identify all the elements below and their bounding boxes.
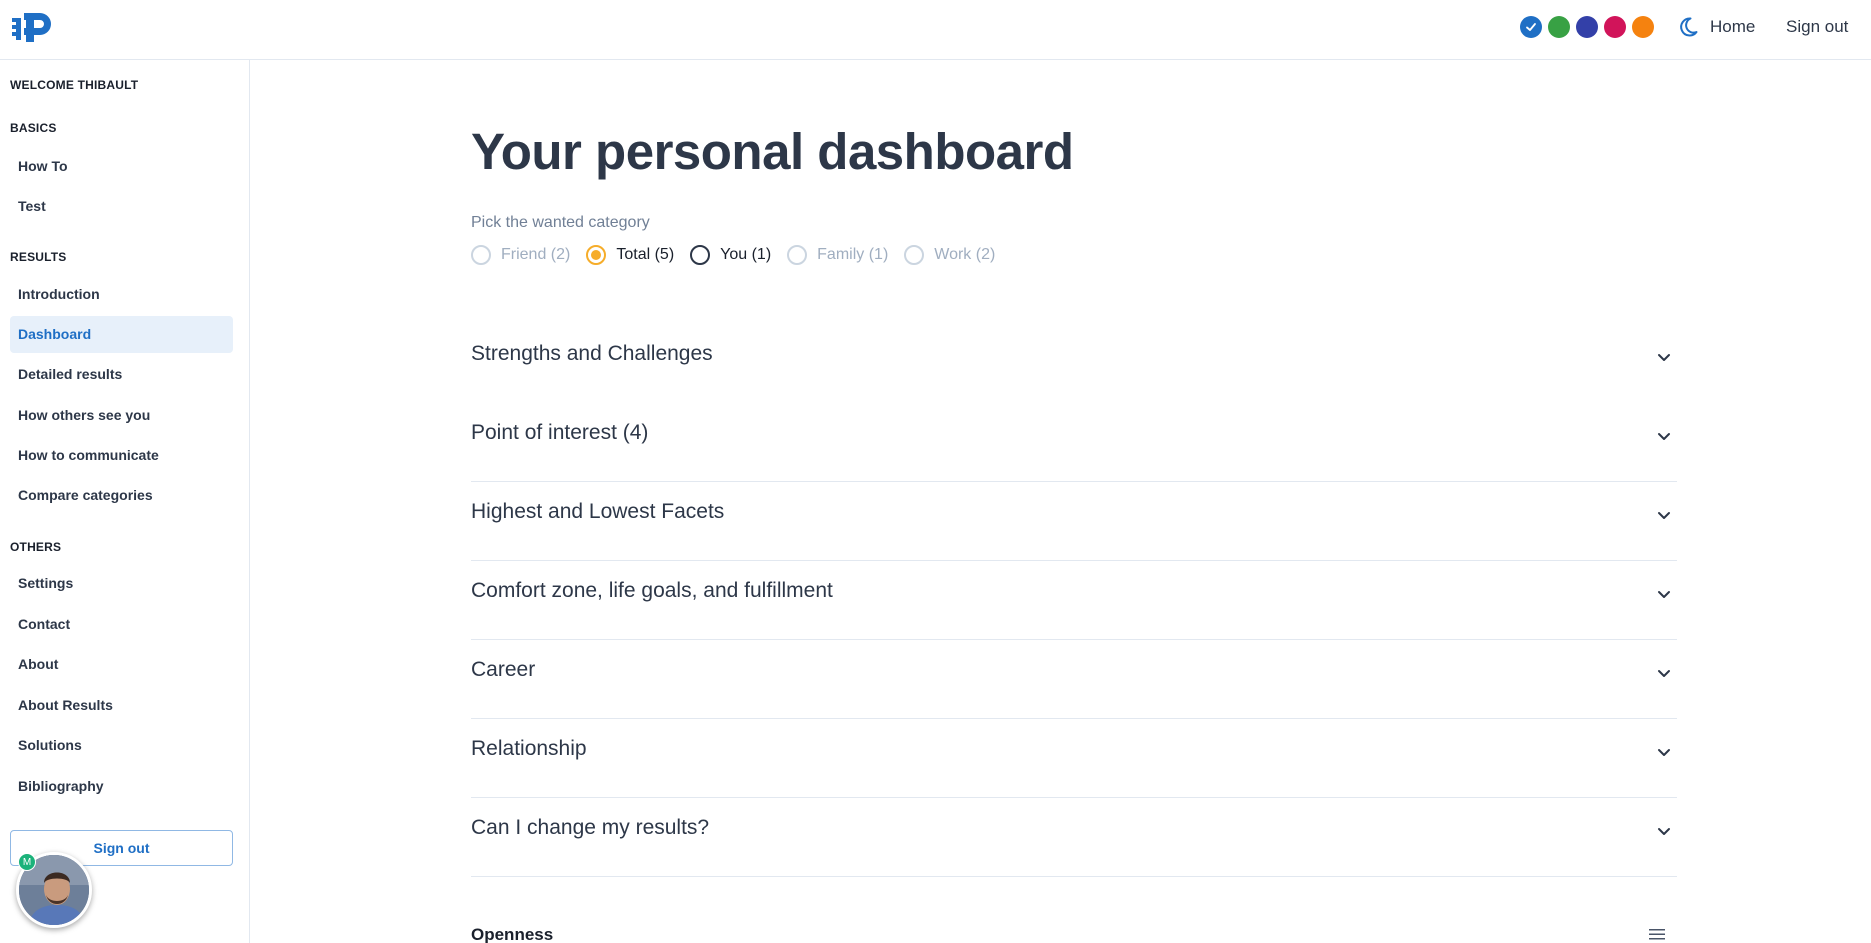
chevron-down-icon bbox=[1658, 591, 1670, 598]
chevron-down-icon bbox=[1658, 433, 1670, 440]
sidebar-item-label: About bbox=[18, 656, 59, 672]
theme-color-dot[interactable] bbox=[1576, 16, 1598, 38]
sidebar-item-label: How others see you bbox=[18, 407, 151, 423]
nav-signout-link[interactable]: Sign out bbox=[1786, 17, 1848, 37]
category-radio-group: Friend (2) Total (5) You (1) Family (1) … bbox=[471, 245, 1011, 265]
radio-label: Total (5) bbox=[616, 246, 675, 263]
accordion: Strengths and Challenges Point of interes… bbox=[471, 324, 1677, 877]
sidebar-item-contact[interactable]: Contact bbox=[10, 606, 233, 643]
dark-mode-icon[interactable] bbox=[1676, 15, 1700, 39]
nav-home-link[interactable]: Home bbox=[1710, 17, 1755, 37]
sidebar-item-label: Introduction bbox=[18, 286, 100, 302]
theme-color-dot[interactable] bbox=[1520, 16, 1542, 38]
radio-circle bbox=[586, 245, 607, 265]
radio-total[interactable]: Total (5) bbox=[586, 245, 674, 265]
accordion-item[interactable]: Career bbox=[471, 640, 1677, 719]
radio-circle bbox=[690, 245, 711, 265]
sidebar-item-label: How To bbox=[18, 158, 68, 174]
radio-circle bbox=[904, 245, 925, 265]
accordion-item[interactable]: Highest and Lowest Facets bbox=[471, 482, 1677, 561]
sidebar-item-how-to-communicate[interactable]: How to communicate bbox=[10, 437, 233, 474]
accordion-title: Strengths and Challenges bbox=[471, 342, 713, 365]
accordion-title: Career bbox=[471, 658, 536, 681]
sidebar-item-label: Detailed results bbox=[18, 366, 123, 382]
sidebar-item-label: Solutions bbox=[18, 737, 82, 753]
sidebar-item-about-results[interactable]: About Results bbox=[10, 687, 233, 724]
sidebar-item-label: Settings bbox=[18, 575, 74, 591]
avatar-badge: M bbox=[18, 853, 36, 871]
chevron-down-icon bbox=[1658, 354, 1670, 361]
theme-color-dot[interactable] bbox=[1604, 16, 1626, 38]
logo-icon[interactable] bbox=[10, 10, 56, 44]
theme-color-dot[interactable] bbox=[1548, 16, 1570, 38]
radio-you[interactable]: You (1) bbox=[690, 245, 771, 265]
accordion-title: Highest and Lowest Facets bbox=[471, 500, 725, 523]
sidebar-item-test[interactable]: Test bbox=[10, 188, 233, 225]
sidebar-item-introduction[interactable]: Introduction bbox=[10, 276, 233, 313]
sidebar-section-results: RESULTS bbox=[10, 250, 67, 264]
menu-icon[interactable] bbox=[1648, 926, 1666, 942]
radio-circle bbox=[787, 245, 808, 265]
accordion-title: Can I change my results? bbox=[471, 816, 710, 839]
sidebar-item-solutions[interactable]: Solutions bbox=[10, 727, 233, 764]
accordion-item[interactable]: Strengths and Challenges bbox=[471, 324, 1677, 403]
page-title: Your personal dashboard bbox=[471, 123, 1074, 180]
chevron-down-icon bbox=[1658, 670, 1670, 677]
radio-circle bbox=[471, 245, 491, 265]
section-title-openness: Openness bbox=[471, 925, 554, 943]
radio-label: Friend (2) bbox=[501, 246, 571, 263]
radio-friend[interactable]: Friend (2) bbox=[471, 245, 570, 265]
sidebar-item-bibliography[interactable]: Bibliography bbox=[10, 768, 233, 805]
chevron-down-icon bbox=[1658, 828, 1670, 835]
sidebar-item-settings[interactable]: Settings bbox=[10, 565, 233, 602]
accordion-item[interactable]: Point of interest (4) bbox=[471, 403, 1677, 482]
accordion-item[interactable]: Relationship bbox=[471, 719, 1677, 798]
sidebar-welcome: WELCOME THIBAULT bbox=[10, 78, 139, 92]
accordion-item[interactable]: Comfort zone, life goals, and fulfillmen… bbox=[471, 561, 1677, 640]
sidebar-item-how-others-see-you[interactable]: How others see you bbox=[10, 397, 233, 434]
accordion-title: Relationship bbox=[471, 737, 587, 760]
sidebar: WELCOME THIBAULT BASICS How To Test RESU… bbox=[0, 60, 250, 943]
sidebar-item-label: How to communicate bbox=[18, 447, 159, 463]
radio-label: You (1) bbox=[720, 246, 772, 263]
top-bar: Home Sign out bbox=[0, 0, 1871, 60]
accordion-item[interactable]: Can I change my results? bbox=[471, 798, 1677, 877]
main-content: Your personal dashboard Pick the wanted … bbox=[250, 60, 1871, 943]
theme-color-dot[interactable] bbox=[1632, 16, 1654, 38]
sidebar-item-about[interactable]: About bbox=[10, 646, 233, 683]
chevron-down-icon bbox=[1658, 512, 1670, 519]
sidebar-item-dashboard[interactable]: Dashboard bbox=[10, 316, 233, 353]
sidebar-item-compare-categories[interactable]: Compare categories bbox=[10, 477, 233, 514]
radio-work[interactable]: Work (2) bbox=[904, 245, 995, 265]
check-icon bbox=[1526, 23, 1536, 31]
accordion-title: Comfort zone, life goals, and fulfillmen… bbox=[471, 579, 833, 602]
sidebar-section-others: OTHERS bbox=[10, 540, 62, 554]
sidebar-item-label: Bibliography bbox=[18, 778, 104, 794]
sidebar-item-label: Test bbox=[18, 198, 46, 214]
sidebar-section-basics: BASICS bbox=[10, 121, 57, 135]
sidebar-item-label: Dashboard bbox=[18, 326, 92, 342]
sidebar-item-label: Compare categories bbox=[18, 487, 153, 503]
sidebar-item-detailed-results[interactable]: Detailed results bbox=[10, 356, 233, 393]
sidebar-item-label: Contact bbox=[18, 616, 71, 632]
radio-family[interactable]: Family (1) bbox=[787, 245, 888, 265]
radio-label: Family (1) bbox=[817, 246, 889, 263]
theme-color-picker bbox=[1520, 16, 1654, 38]
accordion-title: Point of interest (4) bbox=[471, 421, 649, 444]
category-label: Pick the wanted category bbox=[471, 214, 650, 231]
radio-label: Work (2) bbox=[934, 246, 996, 263]
chevron-down-icon bbox=[1658, 749, 1670, 756]
sidebar-item-how-to[interactable]: How To bbox=[10, 148, 233, 185]
sidebar-item-label: About Results bbox=[18, 697, 113, 713]
